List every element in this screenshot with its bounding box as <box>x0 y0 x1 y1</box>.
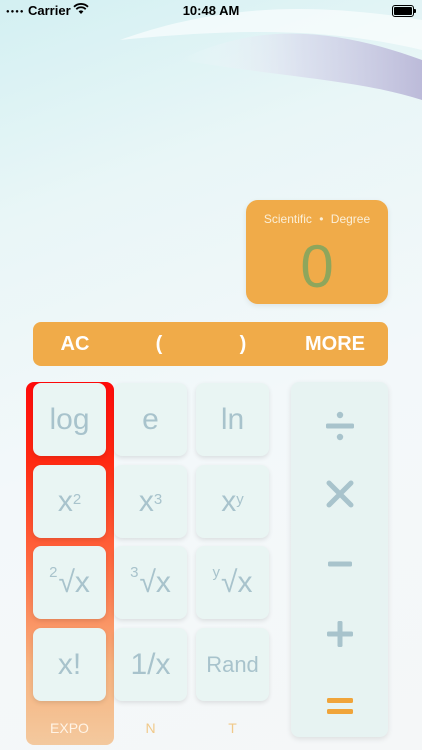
multiply-icon <box>326 480 353 508</box>
result-display: Scientific • Degree 0 <box>246 200 388 304</box>
mode-degree: Degree <box>330 212 371 226</box>
battery-icon <box>392 5 416 17</box>
y-root-button[interactable]: y √x <box>196 546 269 619</box>
equals-icon <box>326 698 353 714</box>
close-paren-button[interactable]: ) <box>227 322 259 366</box>
x-squared-button[interactable]: x2 <box>33 465 106 538</box>
x-power-y-base: x <box>221 484 237 518</box>
plus-button[interactable] <box>291 604 388 664</box>
minus-button[interactable] <box>291 534 388 594</box>
mode-indicator: Scientific • Degree <box>246 212 388 226</box>
x-cubed-button[interactable]: x3 <box>114 465 187 538</box>
divide-icon <box>325 411 354 441</box>
open-paren-button[interactable]: ( <box>143 322 175 366</box>
equals-button[interactable] <box>291 676 388 736</box>
x-power-y-button[interactable]: xy <box>196 465 269 538</box>
mode-scientific: Scientific <box>263 212 312 226</box>
factorial-label: x! <box>57 647 82 681</box>
x-power-y-exp: y <box>236 491 244 508</box>
cube-root-index: 3 <box>130 564 139 581</box>
operator-column <box>291 382 388 737</box>
x-cubed-base: x <box>138 484 154 518</box>
n-label: N <box>145 720 156 736</box>
t-label: T <box>228 720 237 736</box>
ln-button[interactable]: ln <box>196 383 269 456</box>
divide-button[interactable] <box>291 396 388 456</box>
x-squared-exp: 2 <box>72 491 82 508</box>
y-root-body: √x <box>221 565 253 599</box>
square-root-button[interactable]: 2 √x <box>33 546 106 619</box>
rand-label: Rand <box>206 651 259 677</box>
e-label: e <box>142 402 159 436</box>
plus-icon <box>326 621 353 647</box>
x-squared-base: x <box>57 484 73 518</box>
factorial-button[interactable]: x! <box>33 628 106 701</box>
square-root-body: √x <box>58 565 90 599</box>
display-value: 0 <box>300 233 334 300</box>
expo-label: EXPO <box>50 720 89 736</box>
clear-button[interactable]: AC <box>43 322 107 366</box>
clock-time: 10:48 AM <box>182 3 240 18</box>
log-button[interactable]: log <box>33 383 106 456</box>
reciprocal-label: 1/x <box>130 647 171 681</box>
multiply-button[interactable] <box>291 464 388 524</box>
minus-icon <box>327 561 352 567</box>
ln-label: ln <box>220 402 245 436</box>
square-root-index: 2 <box>49 564 58 581</box>
mode-separator: • <box>319 212 324 226</box>
cube-root-body: √x <box>139 565 171 599</box>
rand-button[interactable]: Rand <box>196 628 269 701</box>
reciprocal-button[interactable]: 1/x <box>114 628 187 701</box>
more-button[interactable]: MORE <box>295 322 375 366</box>
log-label: log <box>49 402 90 436</box>
e-button[interactable]: e <box>114 383 187 456</box>
cube-root-button[interactable]: 3 √x <box>114 546 187 619</box>
x-cubed-exp: 3 <box>153 491 163 508</box>
y-root-index: y <box>212 564 221 581</box>
top-action-bar: AC ( ) MORE <box>33 322 388 366</box>
status-bar: ●●●● Carrier 10:48 AM <box>0 0 422 22</box>
